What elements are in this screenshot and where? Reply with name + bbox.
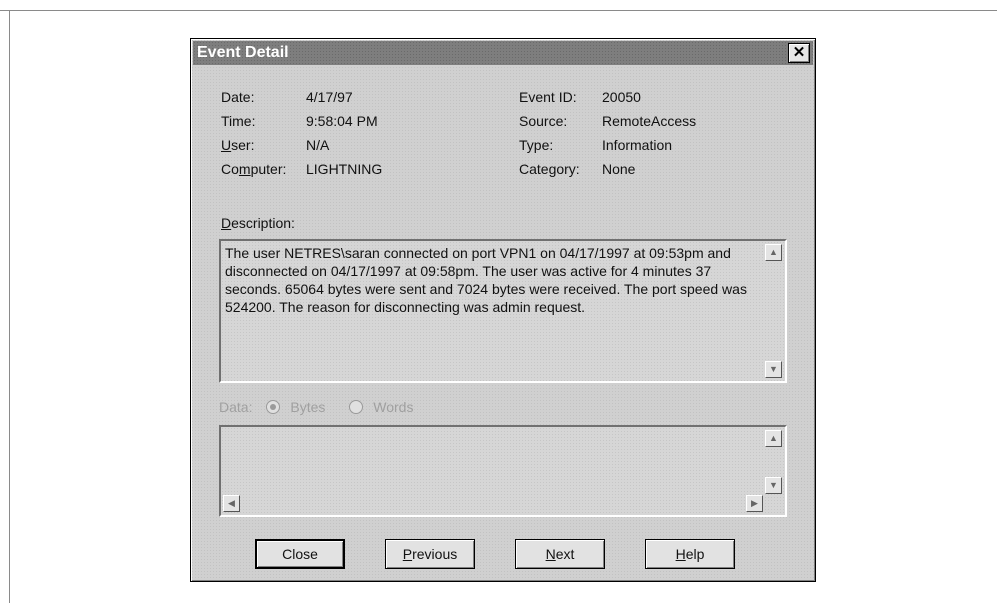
type-label: Type:: [519, 137, 554, 153]
page-border-left: [9, 10, 10, 603]
scroll-left-arrow-icon[interactable]: ◀: [223, 495, 240, 512]
description-label: Description:: [221, 215, 295, 231]
event-id-label: Event ID:: [519, 89, 577, 105]
next-button[interactable]: Next: [515, 539, 605, 569]
words-radio-label: Words: [373, 399, 414, 415]
scroll-down-arrow-icon[interactable]: ▼: [765, 361, 782, 378]
words-radio[interactable]: Words: [349, 399, 423, 415]
data-vertical-scrollbar[interactable]: ▲ ▼: [765, 429, 783, 495]
previous-accel: P: [402, 546, 413, 562]
data-scroll-down-arrow-icon[interactable]: ▼: [765, 477, 782, 494]
description-text: The user NETRES\saran connected on port …: [225, 245, 747, 315]
close-icon[interactable]: ✕: [788, 43, 810, 63]
description-textbox[interactable]: The user NETRES\saran connected on port …: [219, 239, 787, 383]
time-label: Time:: [221, 113, 256, 129]
data-scroll-up-arrow-icon[interactable]: ▲: [765, 430, 782, 447]
source-value: RemoteAccess: [602, 113, 697, 129]
description-label-accel: D: [221, 215, 232, 231]
date-value: 4/17/97: [306, 89, 353, 105]
event-id-value: 20050: [602, 89, 641, 105]
computer-value: LIGHTNING: [306, 161, 383, 177]
type-value: Information: [602, 137, 673, 153]
data-label: Data:: [219, 399, 253, 415]
next-rest: ext: [555, 546, 575, 562]
time-value: 9:58:04 PM: [306, 113, 378, 129]
next-accel: N: [545, 546, 556, 562]
category-value: None: [602, 161, 636, 177]
title-bar[interactable]: Event Detail ✕: [193, 41, 813, 65]
event-detail-dialog: Event Detail ✕ Date: 4/17/97 Time: 9:58:…: [190, 38, 816, 582]
previous-button[interactable]: Previous: [385, 539, 475, 569]
description-vertical-scrollbar[interactable]: ▲ ▼: [765, 243, 783, 379]
computer-label-accel: m: [238, 161, 251, 177]
computer-label: Computer:: [221, 161, 286, 177]
page-border-top: [0, 10, 997, 11]
radio-unselected-icon: [349, 400, 364, 414]
source-label: Source:: [519, 113, 568, 129]
help-button[interactable]: Help: [645, 539, 735, 569]
computer-label-rest: puter:: [250, 161, 287, 177]
data-textbox[interactable]: ▲ ▼ ◀ ▶: [219, 425, 787, 517]
scroll-up-arrow-icon[interactable]: ▲: [765, 244, 782, 261]
data-format-row: Data: Bytes Words: [219, 399, 433, 415]
user-label-accel: U: [221, 137, 232, 153]
previous-rest: revious: [412, 546, 458, 562]
close-button[interactable]: Close: [255, 539, 345, 569]
date-label: Date:: [221, 89, 255, 105]
category-label: Category:: [519, 161, 580, 177]
bytes-radio-label: Bytes: [290, 399, 326, 415]
help-rest: elp: [685, 546, 705, 562]
user-label-rest: ser:: [231, 137, 255, 153]
scroll-right-arrow-icon[interactable]: ▶: [746, 495, 763, 512]
radio-selected-icon: [266, 400, 281, 414]
user-value: N/A: [306, 137, 330, 153]
dialog-title: Event Detail: [197, 44, 289, 61]
user-label: User:: [221, 137, 254, 153]
data-horizontal-scrollbar[interactable]: ◀ ▶: [223, 495, 763, 513]
bytes-radio[interactable]: Bytes: [266, 399, 335, 415]
description-label-rest: escription:: [231, 215, 295, 231]
computer-label-pre: Co: [221, 161, 239, 177]
help-accel: H: [675, 546, 686, 562]
